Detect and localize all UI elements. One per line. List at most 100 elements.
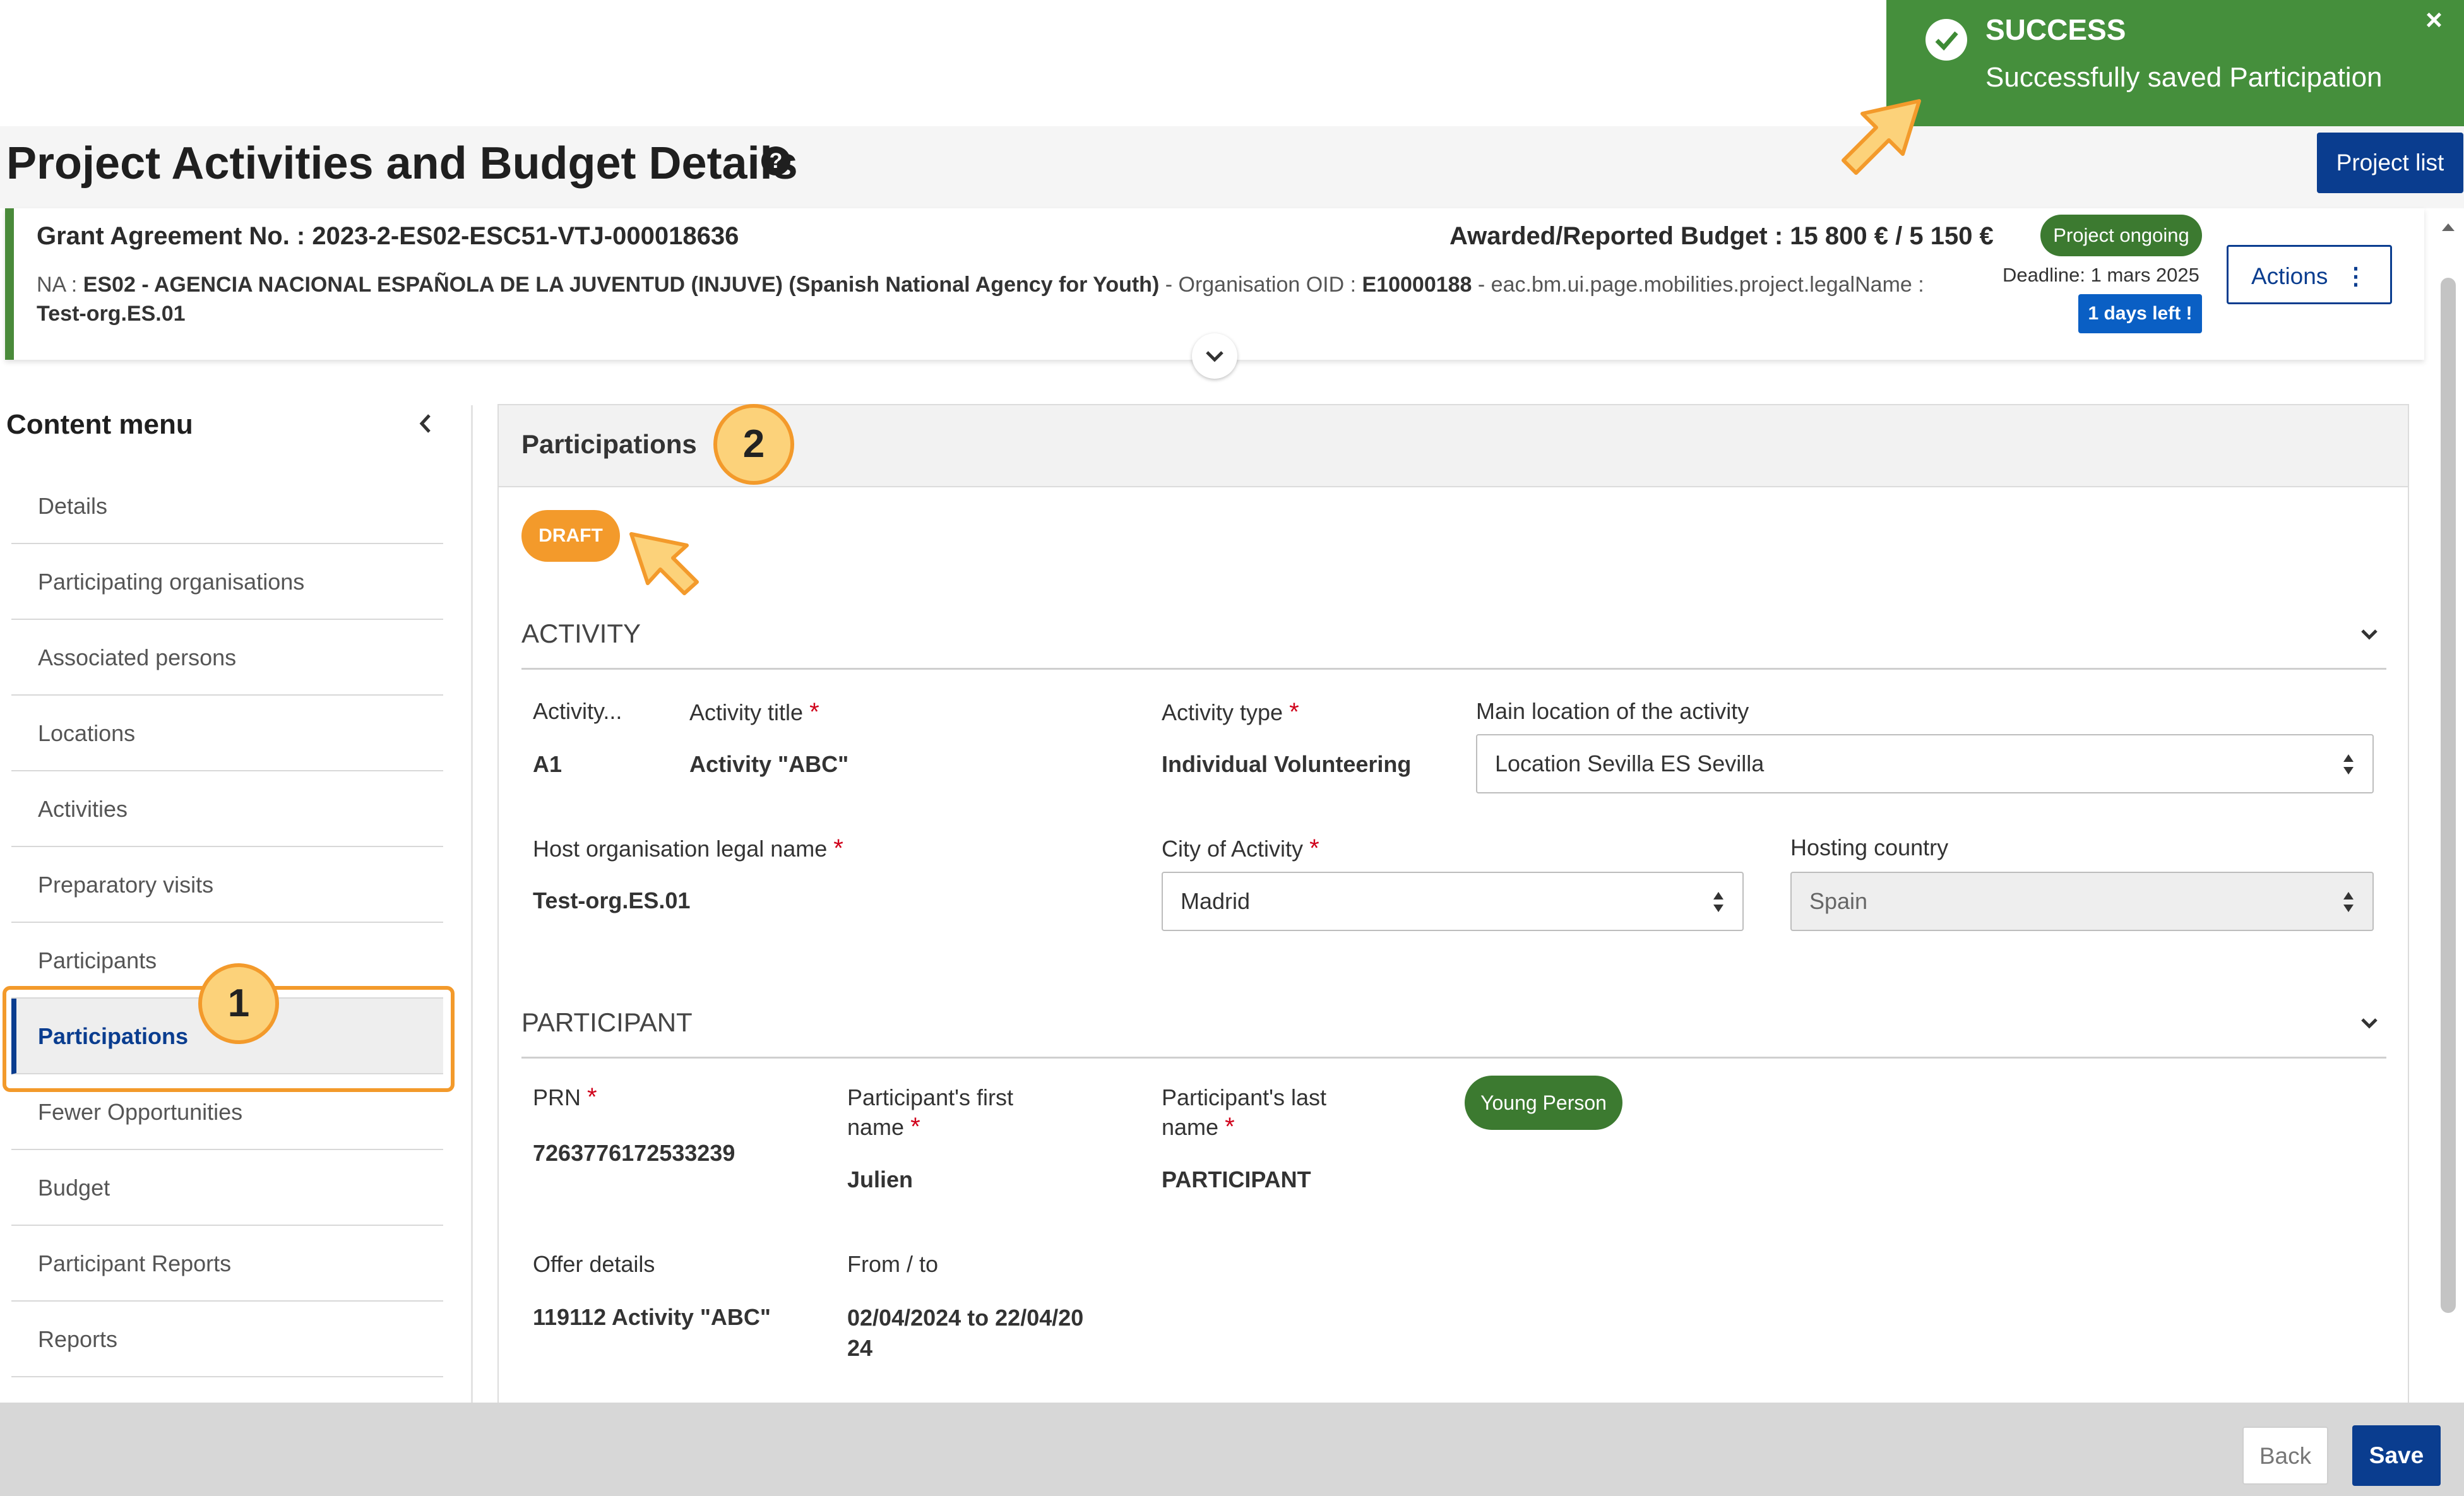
expand-header-button[interactable] (1192, 333, 1237, 379)
scrollbar-thumb[interactable] (2441, 278, 2456, 1313)
city-value: Madrid (1181, 888, 1251, 914)
activity-title-label: Activity title * (689, 698, 819, 727)
close-icon[interactable]: × (2425, 3, 2443, 37)
activity-type: Individual Volunteering (1162, 751, 1412, 777)
host-organisation: Test-org.ES.01 (533, 888, 691, 913)
awarded-budget: Awarded/Reported Budget : 15 800 € / 5 1… (1449, 222, 1994, 250)
required-mark: * (910, 1113, 920, 1141)
main-location-label: Main location of the activity (1476, 698, 1749, 724)
callout-1: 1 (198, 963, 279, 1044)
hosting-country-select: Spain (1790, 872, 2374, 931)
last-name-value: PARTICIPANT (1162, 1167, 1311, 1192)
last-name-label-line1: Participant's last (1162, 1084, 1326, 1110)
sidebar-item-details[interactable]: Details (11, 468, 443, 544)
last-name-label-line2: name (1162, 1114, 1219, 1140)
toast-message: Successfully saved Participation (1985, 62, 2383, 93)
kebab-icon: ⋮ (2344, 263, 2367, 289)
city-label-text: City of Activity (1162, 836, 1304, 862)
legal-name: Test-org.ES.01 (37, 302, 186, 326)
arrow-pointer-icon (1842, 99, 1921, 175)
actions-label: Actions (2251, 263, 2328, 289)
activity-type-label-text: Activity type (1162, 699, 1283, 725)
dates-label: From / to (847, 1251, 939, 1277)
actions-button[interactable]: Actions ⋮ (2227, 245, 2392, 304)
project-status-badge: Project ongoing (2040, 215, 2202, 256)
sidebar-item-reports[interactable]: Reports (11, 1302, 443, 1377)
sidebar-item-participating-organisations[interactable]: Participating organisations (11, 544, 443, 620)
dates-line1: 02/04/2024 to 22/04/20 (847, 1305, 1084, 1331)
city-select[interactable]: Madrid (1162, 872, 1744, 931)
last-name-label: Participant's last name * (1162, 1083, 1326, 1142)
legal-name-key: - eac.bm.ui.page.mobilities.project.lega… (1472, 273, 1924, 297)
save-button[interactable]: Save (2352, 1425, 2441, 1486)
chevron-left-icon[interactable] (410, 408, 442, 439)
footer-bar (0, 1403, 2464, 1496)
dates-line2: 24 (847, 1335, 873, 1361)
sidebar-item-locations[interactable]: Locations (11, 696, 443, 771)
sidebar-item-budget[interactable]: Budget (11, 1150, 443, 1226)
toast-title: SUCCESS (1985, 13, 2126, 46)
callout-2: 2 (713, 404, 794, 485)
required-mark: * (1225, 1113, 1235, 1141)
required-mark: * (809, 698, 819, 726)
activity-type-label: Activity type * (1162, 698, 1299, 727)
check-circle-icon (1925, 19, 1967, 61)
content-menu-title: Content menu (6, 409, 193, 440)
grant-agreement-number: Grant Agreement No. : 2023-2-ES02-ESC51-… (37, 222, 739, 250)
section-divider (521, 1057, 2386, 1059)
oid-prefix: - Organisation OID : (1159, 273, 1362, 297)
hosting-country-value: Spain (1809, 888, 1868, 914)
required-mark: * (587, 1083, 597, 1111)
prn-label-text: PRN (533, 1084, 581, 1110)
sidebar-item-associated-persons[interactable]: Associated persons (11, 620, 443, 696)
sort-icon (1713, 892, 1723, 912)
offer-details-value: 119112 Activity "ABC" (533, 1304, 771, 1330)
offer-details-label: Offer details (533, 1251, 655, 1277)
na-name: ES02 - AGENCIA NACIONAL ESPAÑOLA DE LA J… (83, 273, 1160, 297)
sidebar-item-participant-reports[interactable]: Participant Reports (11, 1226, 443, 1302)
activity-section-title: ACTIVITY (521, 619, 641, 648)
section-divider (521, 668, 2386, 670)
first-name-label: Participant's first name * (847, 1083, 1013, 1142)
back-button[interactable]: Back (2242, 1427, 2328, 1485)
host-organisation-label: Host organisation legal name * (533, 834, 843, 863)
sidebar-divider (471, 405, 473, 1403)
main-location-value: Location Sevilla ES Sevilla (1495, 751, 1765, 776)
activity-title: Activity "ABC" (689, 751, 849, 777)
sort-icon (2343, 754, 2354, 775)
sidebar-item-activities[interactable]: Activities (11, 771, 443, 847)
draft-status-badge: DRAFT (521, 510, 620, 562)
required-mark: * (1289, 698, 1299, 726)
help-icon[interactable]: ? (761, 146, 790, 175)
first-name-label-line1: Participant's first (847, 1084, 1013, 1110)
first-name-value: Julien (847, 1167, 914, 1192)
activity-id: A1 (533, 751, 562, 777)
prn-value: 7263776172533239 (533, 1140, 735, 1166)
sort-icon (2343, 892, 2354, 912)
organisation-oid: E10000188 (1362, 273, 1472, 297)
required-mark: * (1309, 834, 1319, 862)
city-label: City of Activity * (1162, 834, 1319, 863)
national-agency-line: NA : ES02 - AGENCIA NACIONAL ESPAÑOLA DE… (37, 270, 1981, 328)
prn-label: PRN * (533, 1083, 597, 1112)
dates-value: 02/04/2024 to 22/04/20 24 (847, 1303, 1083, 1363)
host-organisation-label-text: Host organisation legal name (533, 836, 828, 862)
na-prefix: NA : (37, 273, 83, 297)
activity-title-label-text: Activity title (689, 699, 804, 725)
deadline: Deadline: 1 mars 2025 (2003, 264, 2199, 286)
hosting-country-label: Hosting country (1790, 834, 1949, 860)
participant-category-badge: Young Person (1465, 1076, 1622, 1130)
arrow-pointer-icon (629, 532, 699, 595)
first-name-label-line2: name (847, 1114, 905, 1140)
participant-section-title: PARTICIPANT (521, 1007, 693, 1037)
main-location-select[interactable]: Location Sevilla ES Sevilla (1476, 734, 2374, 793)
page-title: Project Activities and Budget Details (6, 138, 798, 189)
chevron-down-icon[interactable] (2355, 1009, 2384, 1038)
days-left-badge: 1 days left ! (2078, 294, 2202, 333)
chevron-down-icon[interactable] (2355, 620, 2384, 649)
scroll-up-icon[interactable] (2439, 218, 2457, 236)
chevron-down-icon (1206, 351, 1223, 362)
sidebar-item-preparatory-visits[interactable]: Preparatory visits (11, 847, 443, 923)
project-list-button[interactable]: Project list (2317, 133, 2463, 193)
panel-title: Participations (521, 429, 697, 459)
